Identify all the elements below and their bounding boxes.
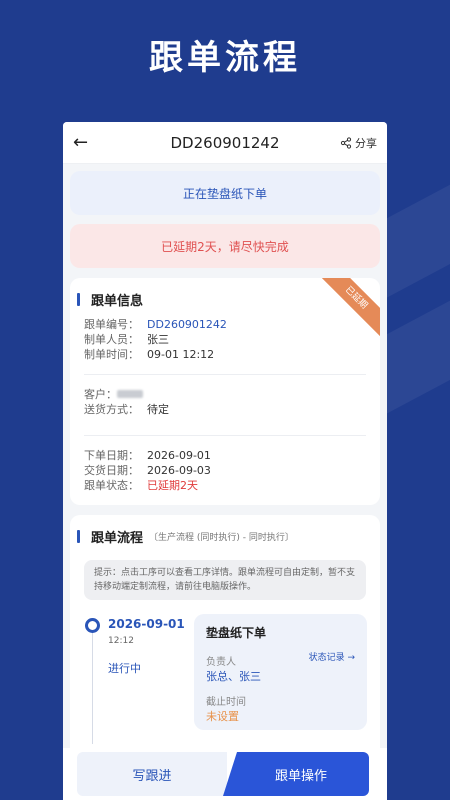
- timeline-line: [92, 632, 93, 744]
- divider: [84, 374, 366, 375]
- deadline-label: 截止时间: [206, 697, 246, 708]
- share-button[interactable]: 分享: [340, 135, 377, 151]
- section-marker: [77, 530, 80, 543]
- timeline-dot-icon: [85, 618, 100, 633]
- hero-title: 跟单流程: [149, 38, 301, 78]
- step-status: 进行中: [108, 662, 141, 675]
- order-date-value: 2026-09-01: [147, 449, 211, 462]
- order-operation-button[interactable]: 跟单操作: [223, 752, 369, 796]
- state-value: 已延期2天: [147, 479, 198, 492]
- status-banner: 正在垫盘纸下单: [70, 171, 380, 215]
- creator-label: 制单人员：: [84, 333, 139, 346]
- back-arrow-icon[interactable]: ←: [73, 132, 93, 153]
- due-date-value: 2026-09-03: [147, 464, 211, 477]
- share-label: 分享: [355, 136, 377, 150]
- order-info-card: 已延期 跟单信息 跟单编号： DD260901242 制单人员： 张三 制单时间： 0…: [70, 278, 380, 505]
- flow-timeline: 2026-09-01 12:12 进行中 垫盘纸下单 负责人 张总、张三 状态记…: [84, 614, 367, 744]
- write-follow-up-button[interactable]: 写跟进: [77, 752, 227, 796]
- step-time: 12:12: [108, 636, 134, 646]
- task-card[interactable]: 垫盘纸下单 负责人 张总、张三 状态记录 → 截止时间 未设置: [194, 614, 367, 730]
- due-date-label: 交货日期：: [84, 464, 139, 477]
- order-date-label: 下单日期：: [84, 449, 139, 462]
- divider: [84, 435, 366, 436]
- share-icon: [340, 136, 352, 149]
- flow-title-text: 跟单流程: [91, 531, 144, 546]
- page-title: DD260901242: [170, 133, 280, 152]
- customer-label: 客户：: [84, 388, 117, 401]
- customer-value-blurred: [117, 390, 143, 398]
- nav-bar: ← DD260901242 分享: [63, 122, 387, 164]
- task-name: 垫盘纸下单: [206, 626, 267, 640]
- flow-tip: 提示：点击工序可以查看工序详情。跟单流程可自由定制，暂不支持移动端定制流程，请前…: [84, 560, 366, 600]
- owner-value: 张总、张三: [206, 670, 261, 683]
- delivery-value: 待定: [147, 403, 169, 416]
- creator-value: 张三: [147, 333, 169, 346]
- section-title: 跟单信息: [77, 290, 366, 309]
- status-log-link[interactable]: 状态记录 →: [309, 650, 355, 663]
- flow-subtitle: 〔生产流程 (同时执行) - 同时执行〕: [149, 533, 294, 543]
- order-no-label: 跟单编号：: [84, 318, 139, 331]
- section-marker: [77, 293, 80, 306]
- created-value: 09-01 12:12: [147, 348, 215, 361]
- phone-screen: ← DD260901242 分享 正在垫盘纸下单 已延期2天，请尽快完成 已延期…: [63, 122, 387, 800]
- flow-section-title: 跟单流程 〔生产流程 (同时执行) - 同时执行〕: [77, 527, 366, 546]
- section-title-text: 跟单信息: [91, 294, 144, 309]
- deadline-value: 未设置: [206, 710, 239, 723]
- bottom-action-bar: 写跟进 跟单操作: [63, 748, 387, 800]
- order-no-value[interactable]: DD260901242: [147, 317, 227, 332]
- overdue-banner: 已延期2天，请尽快完成: [70, 224, 380, 268]
- state-label: 跟单状态：: [84, 479, 139, 492]
- step-date: 2026-09-01: [108, 617, 185, 631]
- created-label: 制单时间：: [84, 348, 139, 361]
- delivery-label: 送货方式：: [84, 403, 139, 416]
